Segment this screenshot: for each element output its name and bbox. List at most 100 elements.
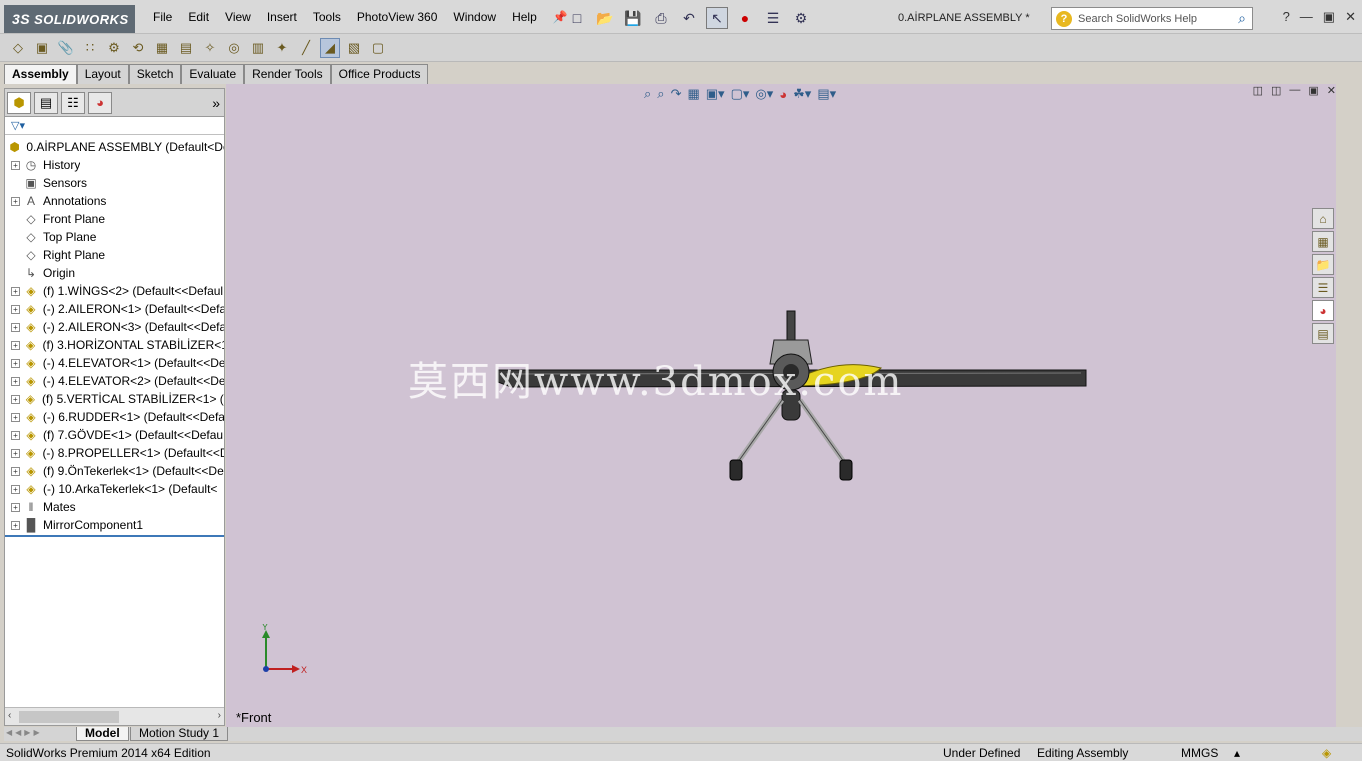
tree-horizontal-scrollbar[interactable]: ‹ ›: [5, 707, 224, 725]
tab-layout[interactable]: Layout: [76, 64, 129, 84]
new-document-icon[interactable]: □: [566, 7, 588, 29]
expand-toggle-icon[interactable]: +: [11, 394, 20, 404]
file-explorer-icon[interactable]: 📁: [1312, 254, 1334, 275]
tab-evaluate[interactable]: Evaluate: [181, 64, 245, 84]
tree-root-assembly[interactable]: ⬢ 0.AİRPLANE ASSEMBLY (Default<Def: [5, 138, 224, 156]
smart-fasteners-icon[interactable]: ⚙: [104, 38, 124, 58]
instant3d-icon[interactable]: ◢: [320, 37, 340, 58]
link-views-icon[interactable]: ◫: [1271, 84, 1281, 97]
tree-item[interactable]: + ◈ (f) 1.WİNGS<2> (Default<<Defaul: [5, 282, 224, 300]
rollback-bar[interactable]: [5, 535, 224, 537]
menu-photoview[interactable]: PhotoView 360: [349, 10, 446, 24]
tab-office-products[interactable]: Office Products: [330, 64, 429, 84]
mate-icon[interactable]: 📎: [56, 38, 76, 58]
assembly-features-icon[interactable]: ▤: [176, 38, 196, 58]
bill-of-materials-icon[interactable]: ▥: [248, 38, 268, 58]
save-icon[interactable]: 💾: [622, 7, 644, 29]
tree-item[interactable]: ◇ Top Plane: [5, 228, 224, 246]
expand-toggle-icon[interactable]: +: [11, 520, 20, 530]
tab-navigation-arrows[interactable]: ◀◀▶▶: [6, 728, 43, 737]
expand-toggle-icon[interactable]: +: [11, 466, 20, 476]
viewport-minimize-icon[interactable]: —: [1289, 84, 1300, 97]
split-view-icon[interactable]: ◫: [1253, 84, 1263, 97]
zoom-to-area-icon[interactable]: ⌕: [657, 86, 664, 102]
expand-toggle-icon[interactable]: +: [11, 430, 20, 440]
show-hidden-components-icon[interactable]: ▦: [152, 38, 172, 58]
tree-item[interactable]: + ◈ (-) 4.ELEVATOR<1> (Default<<De: [5, 354, 224, 372]
minimize-icon[interactable]: —: [1300, 9, 1313, 25]
restore-icon[interactable]: ▣: [1323, 9, 1335, 25]
status-units[interactable]: MMGS: [1181, 746, 1218, 760]
tree-item[interactable]: ▣ Sensors: [5, 174, 224, 192]
airplane-model[interactable]: [226, 84, 1336, 727]
tree-item[interactable]: ◇ Front Plane: [5, 210, 224, 228]
solidworks-resources-icon[interactable]: ⌂: [1312, 208, 1334, 229]
feature-manager-tab-icon[interactable]: ⬢: [7, 91, 31, 114]
viewport-close-icon[interactable]: ✕: [1327, 84, 1336, 97]
apply-scene-icon[interactable]: ☘▾: [793, 86, 811, 102]
edit-component-icon[interactable]: ◇: [8, 38, 28, 58]
menu-insert[interactable]: Insert: [259, 10, 305, 24]
print-icon[interactable]: ⎙: [650, 7, 672, 29]
tab-motion-study[interactable]: Motion Study 1: [130, 727, 229, 741]
expand-toggle-icon[interactable]: +: [11, 286, 20, 296]
display-style-icon[interactable]: ▢▾: [731, 86, 750, 102]
tree-item[interactable]: + ◈ (-) 6.RUDDER<1> (Default<<Defa: [5, 408, 224, 426]
tree-item[interactable]: + ◈ (-) 4.ELEVATOR<2> (Default<<De: [5, 372, 224, 390]
view-settings-icon[interactable]: ▤▾: [817, 86, 836, 102]
tree-item[interactable]: + ◈ (-) 8.PROPELLER<1> (Default<<D: [5, 444, 224, 462]
reference-geometry-icon[interactable]: ✧: [200, 38, 220, 58]
design-library-icon[interactable]: ▦: [1312, 231, 1334, 252]
hide-show-items-icon[interactable]: ◎▾: [755, 86, 773, 102]
menu-edit[interactable]: Edit: [180, 10, 217, 24]
expand-toggle-icon[interactable]: +: [11, 196, 20, 206]
menu-view[interactable]: View: [217, 10, 259, 24]
expand-toggle-icon[interactable]: +: [11, 484, 20, 494]
file-properties-icon[interactable]: ☰: [762, 7, 784, 29]
expand-toggle-icon[interactable]: +: [11, 340, 20, 350]
close-icon[interactable]: ✕: [1345, 9, 1356, 25]
take-snapshot-icon[interactable]: ▢: [368, 38, 388, 58]
help-search-box[interactable]: ? Search SolidWorks Help ⌕: [1051, 7, 1253, 30]
expand-toggle-icon[interactable]: +: [11, 448, 20, 458]
expand-toggle-icon[interactable]: +: [11, 322, 20, 332]
tree-filter[interactable]: ▽▾: [5, 117, 224, 135]
configuration-manager-tab-icon[interactable]: ☷: [61, 91, 85, 114]
display-manager-tab-icon[interactable]: ◕: [88, 91, 112, 114]
viewport-restore-icon[interactable]: ▣: [1308, 84, 1318, 97]
menu-help[interactable]: Help: [504, 10, 545, 24]
tree-item[interactable]: + ◈ (-) 2.AILERON<1> (Default<<Defa: [5, 300, 224, 318]
exploded-view-icon[interactable]: ✦: [272, 38, 292, 58]
select-pointer-icon[interactable]: ↖: [706, 7, 728, 29]
search-icon[interactable]: ⌕: [1238, 10, 1246, 27]
tab-assembly[interactable]: Assembly: [4, 64, 77, 84]
tab-render-tools[interactable]: Render Tools: [244, 64, 331, 84]
new-motion-study-icon[interactable]: ◎: [224, 38, 244, 58]
scroll-thumb[interactable]: [19, 711, 119, 723]
tab-model[interactable]: Model: [76, 727, 129, 741]
zoom-to-fit-icon[interactable]: ⌕: [644, 86, 651, 102]
expand-toggle-icon[interactable]: +: [11, 376, 20, 386]
menu-file[interactable]: File: [145, 10, 180, 24]
previous-view-icon[interactable]: ↷: [671, 86, 682, 102]
custom-properties-icon[interactable]: ▤: [1312, 323, 1334, 344]
tree-item[interactable]: + ◈ (f) 7.GÖVDE<1> (Default<<Defau: [5, 426, 224, 444]
menu-window[interactable]: Window: [445, 10, 504, 24]
expand-toggle-icon[interactable]: +: [11, 502, 20, 512]
expand-toggle-icon[interactable]: +: [11, 160, 20, 170]
explode-line-sketch-icon[interactable]: ╱: [296, 38, 316, 58]
rebuild-icon[interactable]: ●: [734, 7, 756, 29]
open-folder-icon[interactable]: 📂: [594, 7, 616, 29]
linear-pattern-icon[interactable]: ∷: [80, 38, 100, 58]
help-search-input[interactable]: Search SolidWorks Help: [1078, 13, 1238, 25]
solidworks-logo[interactable]: 3S SOLIDWORKS: [4, 5, 135, 33]
tree-item[interactable]: + A Annotations: [5, 192, 224, 210]
help-icon[interactable]: ?: [1283, 9, 1290, 25]
expand-toggle-icon[interactable]: +: [11, 412, 20, 422]
undo-icon[interactable]: ↶: [678, 7, 700, 29]
tab-sketch[interactable]: Sketch: [128, 64, 182, 84]
filter-icon[interactable]: ▽▾: [11, 119, 25, 132]
units-menu-arrow-icon[interactable]: ▴: [1234, 746, 1240, 760]
tree-item[interactable]: + ◈ (f) 3.HORİZONTAL STABİLİZER<1: [5, 336, 224, 354]
appearances-scenes-icon[interactable]: ◕: [1312, 300, 1334, 321]
